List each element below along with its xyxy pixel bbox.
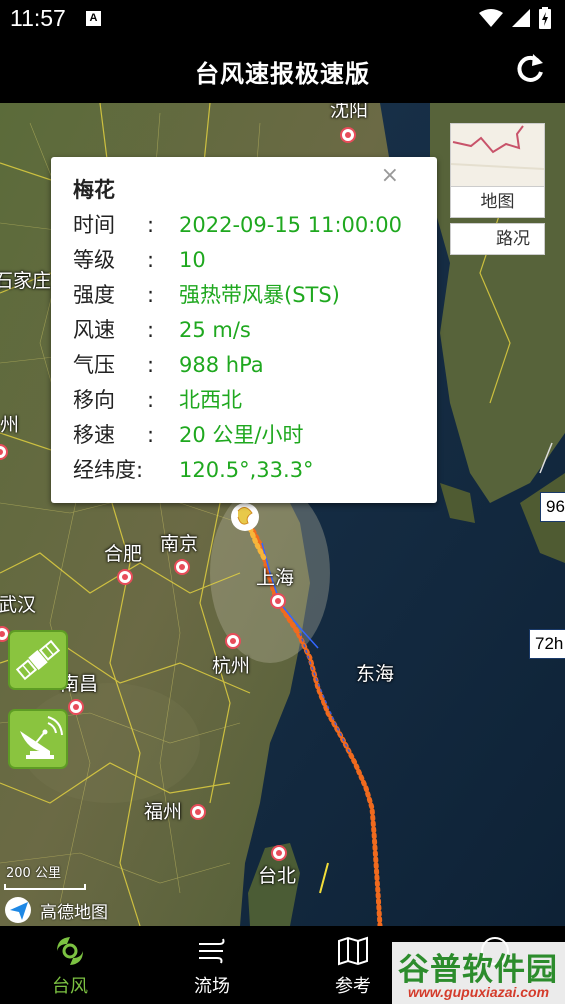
radar-dish-icon [20,716,63,759]
refresh-icon[interactable] [513,52,547,86]
info-label: 经纬度: [73,458,144,482]
info-separator: : [147,248,155,272]
city-label-zhou: 州 [0,414,20,436]
info-value: 10 [179,248,206,272]
info-label: 移向 [73,388,115,412]
tab-flow-field[interactable]: 流场 [162,926,262,1004]
city-label-hefei: 合肥 [104,543,143,565]
wind-flow-icon [199,938,225,964]
map-icon [338,936,368,966]
tab-typhoon[interactable]: 台风 [20,926,120,1004]
city-marker-shenyang [340,127,356,143]
city-marker-nanjing [174,559,190,575]
notification-icon: A [86,11,101,26]
info-label: 气压 [73,353,115,377]
forecast-time-tag-96: 96 [540,492,565,522]
map-layer-thumbnail[interactable] [450,123,545,187]
tab-label: 台风 [52,976,88,997]
tab-label: 参考 [335,976,371,997]
watermark-text: 谷普软件园 [398,952,558,988]
info-value: 25 m/s [179,318,251,342]
city-label-shijiazhuang: 石家庄 [0,270,52,292]
close-icon[interactable]: × [381,163,399,188]
info-separator: : [147,423,155,447]
watermark-overlay: 谷普软件园 www.gupuxiazai.com [392,942,565,1004]
typhoon-position-marker[interactable] [231,503,259,531]
info-value: 北西北 [179,388,242,412]
radar-layer-button[interactable] [8,709,68,769]
map-provider-name: 高德地图 [40,902,108,923]
info-separator: : [147,213,155,237]
status-icons [479,6,551,30]
city-label-fuzhou: 福州 [144,801,183,823]
satellite-layer-button[interactable] [8,630,68,690]
info-value: 120.5°,33.3° [179,458,314,482]
city-label-taibei: 台北 [258,865,297,887]
info-label: 时间 [73,213,115,237]
city-label-hangzhou: 杭州 [212,655,251,677]
info-separator: : [147,318,155,342]
tab-label: 流场 [194,976,230,997]
city-label-shenyang: 沈阳 [330,103,369,121]
watermark-url: www.gupuxiazai.com [408,984,550,1000]
map-provider-logo: 高德地图 [4,896,108,924]
city-marker-fuzhou [190,804,206,820]
info-value: 2022-09-15 11:00:00 [179,213,403,237]
city-label-shanghai: 上海 [256,567,295,589]
battery-icon [539,7,551,29]
city-label-nanjing: 南京 [160,533,199,555]
info-separator: : [147,353,155,377]
page-title: 台风速报极速版 [195,60,370,88]
typhoon-name: 梅花 [73,178,115,202]
city-marker-hangzhou [225,633,241,649]
map-scale-bar [4,884,86,890]
info-value: 988 hPa [179,353,264,377]
satellite-icon [15,639,61,681]
app-header: 台风速报极速版 [0,38,565,103]
city-label-donghai: 东海 [356,663,395,685]
map-scale-label: 200 公里 [6,866,61,881]
app-screen: 11:57 A 台风速报极速版 沈阳 石家庄 州 南京 合肥 上海 武汉 杭州 … [0,0,565,1004]
signal-icon [512,9,530,27]
status-time: 11:57 [10,5,66,31]
info-separator: : [147,283,155,307]
city-label-wuhan: 武汉 [0,594,37,616]
info-label: 等级 [73,248,115,272]
traffic-layer-button[interactable]: 路况 [450,223,545,255]
map-thumbnail-preview [450,125,545,170]
city-marker-hefei [117,569,133,585]
status-bar: 11:57 A [0,0,565,38]
city-marker-nanchang [68,699,84,715]
typhoon-info-popup: 梅花 × 时间 : 2022-09-15 11:00:00 等级 : 10 强度… [51,157,437,503]
info-label: 移速 [73,423,115,447]
tab-reference[interactable]: 参考 [303,926,403,1004]
forecast-time-tag-72: 72h [529,629,565,659]
info-value: 强热带风暴(STS) [179,283,340,307]
gaode-logo-icon [5,897,31,923]
info-separator: : [147,388,155,412]
info-label: 强度 [73,283,115,307]
info-label: 风速 [73,318,115,342]
city-marker-shanghai [270,593,286,609]
info-value: 20 公里/小时 [179,423,304,447]
typhoon-icon [57,937,83,965]
city-marker-taibei [271,845,287,861]
map-layer-button[interactable]: 地图 [450,186,545,218]
wifi-icon [479,9,503,27]
